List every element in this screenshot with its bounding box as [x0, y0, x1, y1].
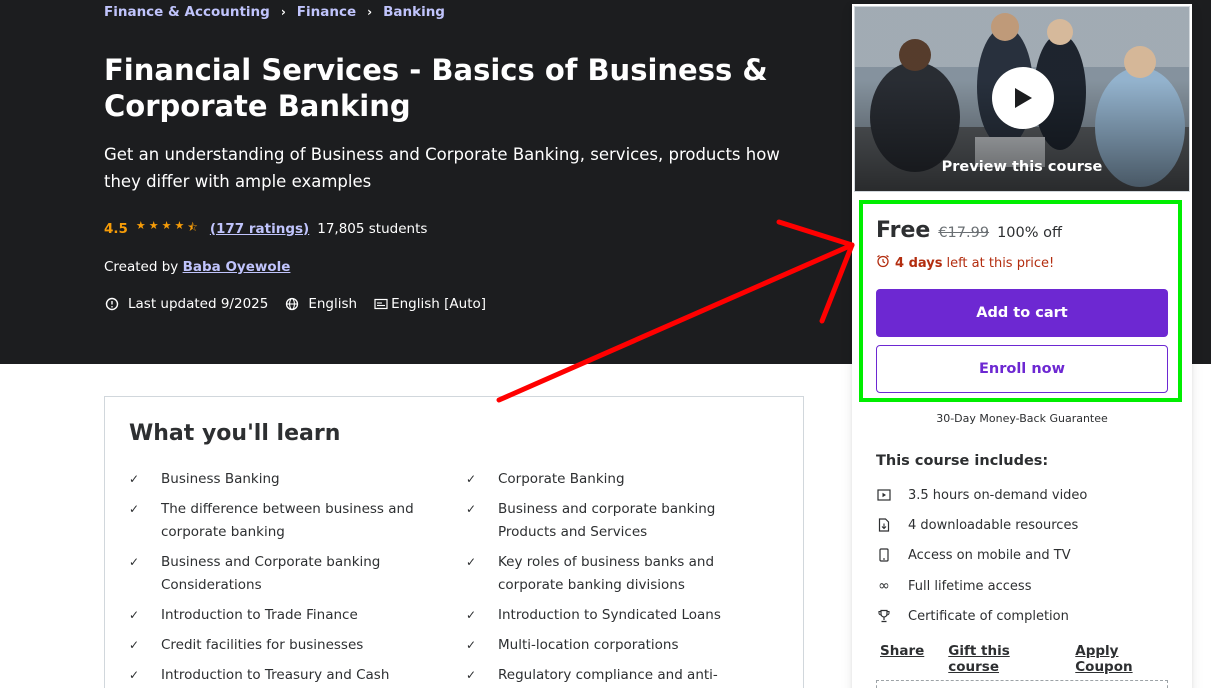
arrow-head-top — [776, 219, 855, 248]
arrow-shaft — [496, 242, 855, 403]
annotation-arrow — [496, 219, 855, 403]
